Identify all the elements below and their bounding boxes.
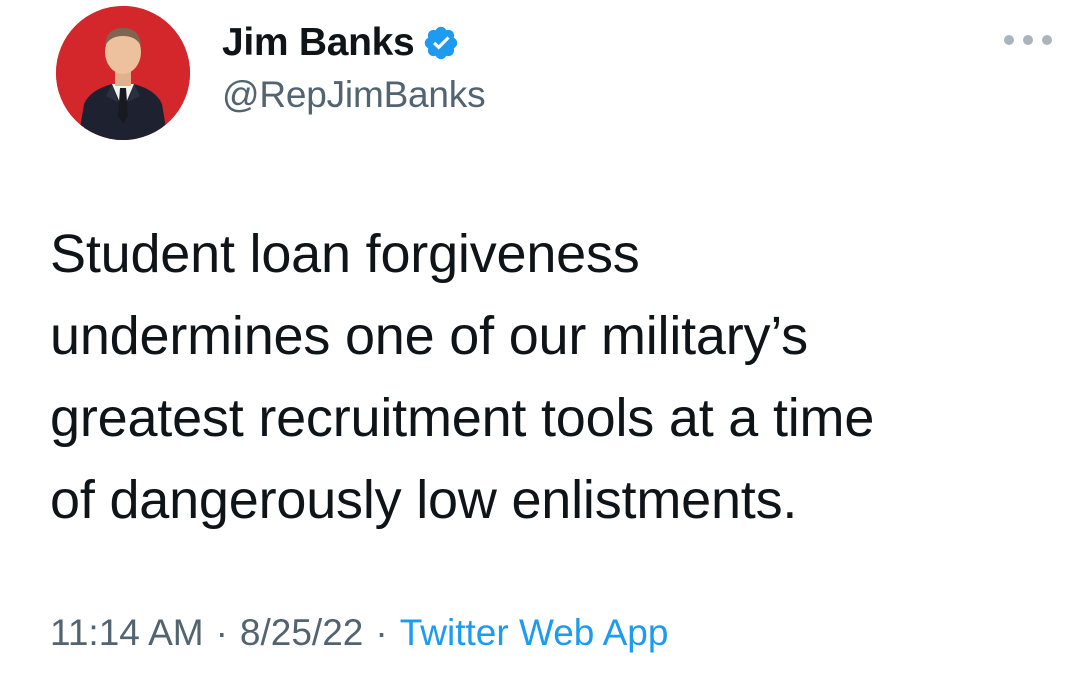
meta-separator: · [215,612,228,653]
tweet-card: Jim Banks @RepJimBanks Student loan forg… [0,0,1083,680]
verified-badge-icon [422,24,460,62]
tweet-time[interactable]: 11:14 AM [50,612,204,654]
tweet-text: Student loan forgiveness undermines one … [50,224,875,530]
more-options-icon[interactable] [1004,28,1052,52]
tweet-meta: 11:14 AM · 8/25/22 · Twitter Web App [50,612,668,654]
tweet-source-link[interactable]: Twitter Web App [400,612,669,654]
author-handle[interactable]: @RepJimBanks [222,74,486,116]
tweet-date[interactable]: 8/25/22 [240,612,363,654]
more-dot [1023,35,1033,45]
more-dot [1004,35,1014,45]
author-display-name[interactable]: Jim Banks [222,21,415,65]
author-name-row: Jim Banks [222,18,460,68]
avatar-photo-icon [56,6,190,140]
more-dot [1042,35,1052,45]
meta-separator: · [375,612,388,653]
author-avatar[interactable] [56,6,190,140]
